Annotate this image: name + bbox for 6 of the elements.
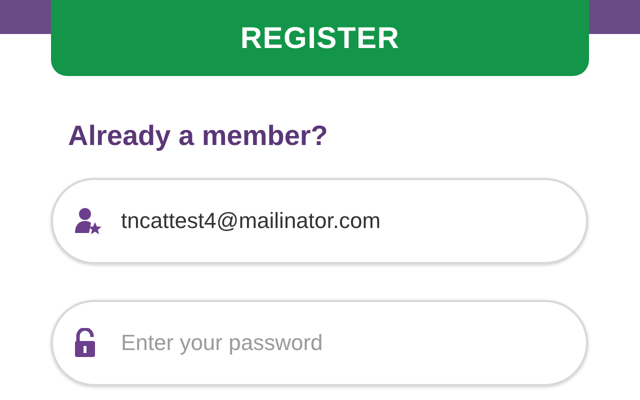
login-heading: Already a member? <box>68 119 329 153</box>
user-star-icon <box>73 206 103 236</box>
email-field[interactable]: tncattest4@mailinator.com <box>51 178 588 264</box>
password-field[interactable]: Enter your password <box>51 300 588 386</box>
register-button[interactable]: REGISTER <box>51 0 589 76</box>
padlock-icon <box>73 328 97 358</box>
